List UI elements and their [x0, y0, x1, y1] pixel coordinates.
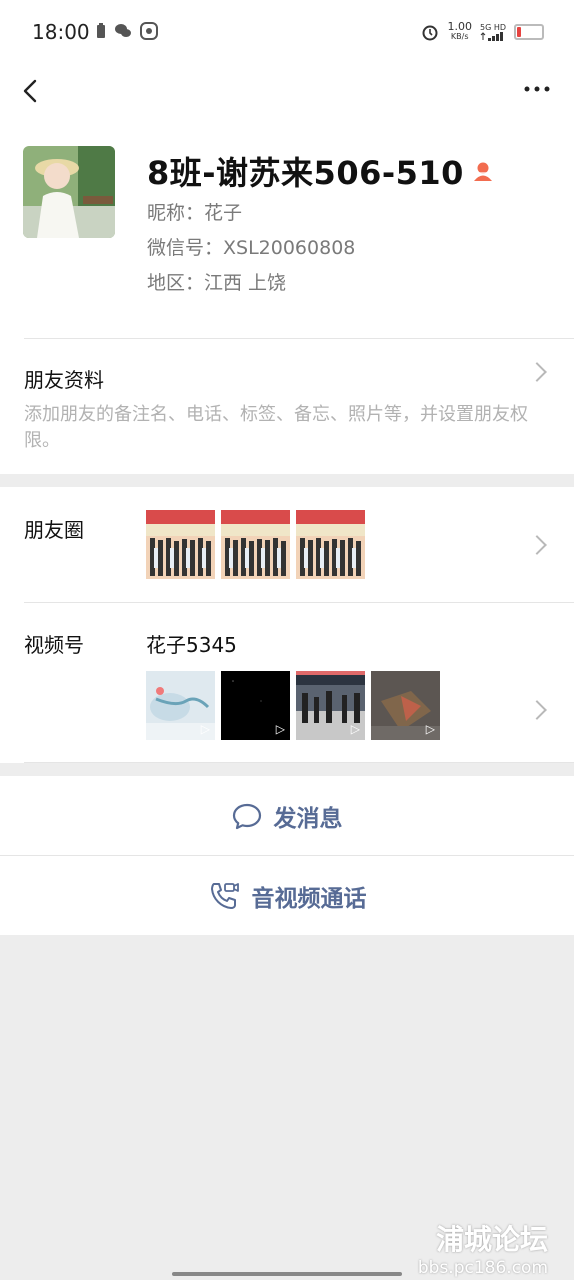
profile-header: 8班-谢苏来506-510 昵称：花子 微信号：XSL20060808 地区：江… — [0, 118, 574, 338]
send-message-label: 发消息 — [273, 805, 343, 832]
channel-video-thumbnail: ▷ — [296, 671, 365, 740]
moments-channels-section: 朋友圈 视频号 花子5345 ▷ ▷ ▷ ▷ — [0, 487, 574, 763]
female-gender-icon — [473, 162, 492, 181]
watermark-url: bbs.pc186.com — [417, 1258, 548, 1278]
net-speed-unit: KB/s — [450, 32, 469, 41]
status-time: 18:00 — [32, 20, 90, 44]
signal-icon — [480, 32, 503, 41]
back-icon[interactable] — [18, 76, 48, 106]
alarm-icon — [422, 25, 438, 41]
phone-video-icon — [210, 882, 239, 909]
moments-chevron-icon — [527, 535, 547, 555]
message-bubble-icon — [232, 803, 261, 829]
moments-label: 朋友圈 — [24, 518, 84, 542]
channels-label: 视频号 — [24, 633, 84, 657]
watermark-title: 浦城论坛 — [435, 1223, 548, 1256]
status-right: 1.00 KB/s 5G HD — [421, 20, 544, 42]
send-message-button[interactable]: 发消息 — [0, 776, 574, 855]
app-notification-icon — [140, 22, 158, 40]
status-notifications — [96, 22, 158, 40]
more-icon[interactable] — [522, 74, 552, 104]
avatar[interactable] — [23, 146, 115, 238]
status-bar: 18:00 1.00 KB/s 5G HD — [0, 0, 574, 66]
video-call-label: 音视频通话 — [251, 885, 367, 912]
wechat-id-text: 微信号：XSL20060808 — [147, 237, 356, 259]
net-speed: 1.00 — [447, 20, 472, 33]
region-text: 地区：江西 上饶 — [147, 272, 287, 294]
wechat-icon — [115, 24, 131, 37]
friend-info-chevron-icon — [527, 362, 547, 382]
moments-photo — [146, 510, 215, 579]
battery-saver-icon — [97, 23, 105, 38]
channels-chevron-icon — [527, 700, 547, 720]
channels-name: 花子5345 — [146, 633, 237, 657]
moments-photo — [296, 510, 365, 579]
moments-thumbnails — [146, 510, 365, 579]
play-icon: ▷ — [425, 722, 435, 736]
home-indicator[interactable] — [172, 1272, 402, 1276]
channels-row[interactable]: 视频号 花子5345 ▷ ▷ ▷ ▷ — [0, 603, 574, 763]
network-type: 5G HD — [479, 23, 506, 32]
battery-icon — [514, 24, 544, 40]
channels-thumbnails: ▷ ▷ ▷ ▷ — [146, 671, 440, 740]
channel-video-thumbnail: ▷ — [146, 671, 215, 740]
friend-info-row[interactable]: 朋友资料 添加朋友的备注名、电话、标签、备忘、照片等，并设置朋友权限。 — [0, 338, 574, 474]
nickname-text: 昵称：花子 — [147, 202, 243, 224]
forum-watermark: 浦城论坛 bbs.pc186.com — [418, 1218, 548, 1278]
nav-bar — [0, 66, 574, 118]
play-icon: ▷ — [275, 722, 285, 736]
friend-info-description: 添加朋友的备注名、电话、标签、备忘、照片等，并设置朋友权限。 — [24, 404, 528, 451]
moments-row[interactable]: 朋友圈 — [0, 487, 574, 602]
channel-video-thumbnail: ▷ — [371, 671, 440, 740]
channel-video-thumbnail: ▷ — [221, 671, 290, 740]
play-icon: ▷ — [350, 722, 360, 736]
friend-info-title: 朋友资料 — [24, 368, 104, 392]
profile-name: 8班-谢苏来506-510 — [147, 154, 464, 192]
video-call-button[interactable]: 音视频通话 — [0, 856, 574, 935]
play-icon: ▷ — [200, 722, 210, 736]
moments-photo — [221, 510, 290, 579]
